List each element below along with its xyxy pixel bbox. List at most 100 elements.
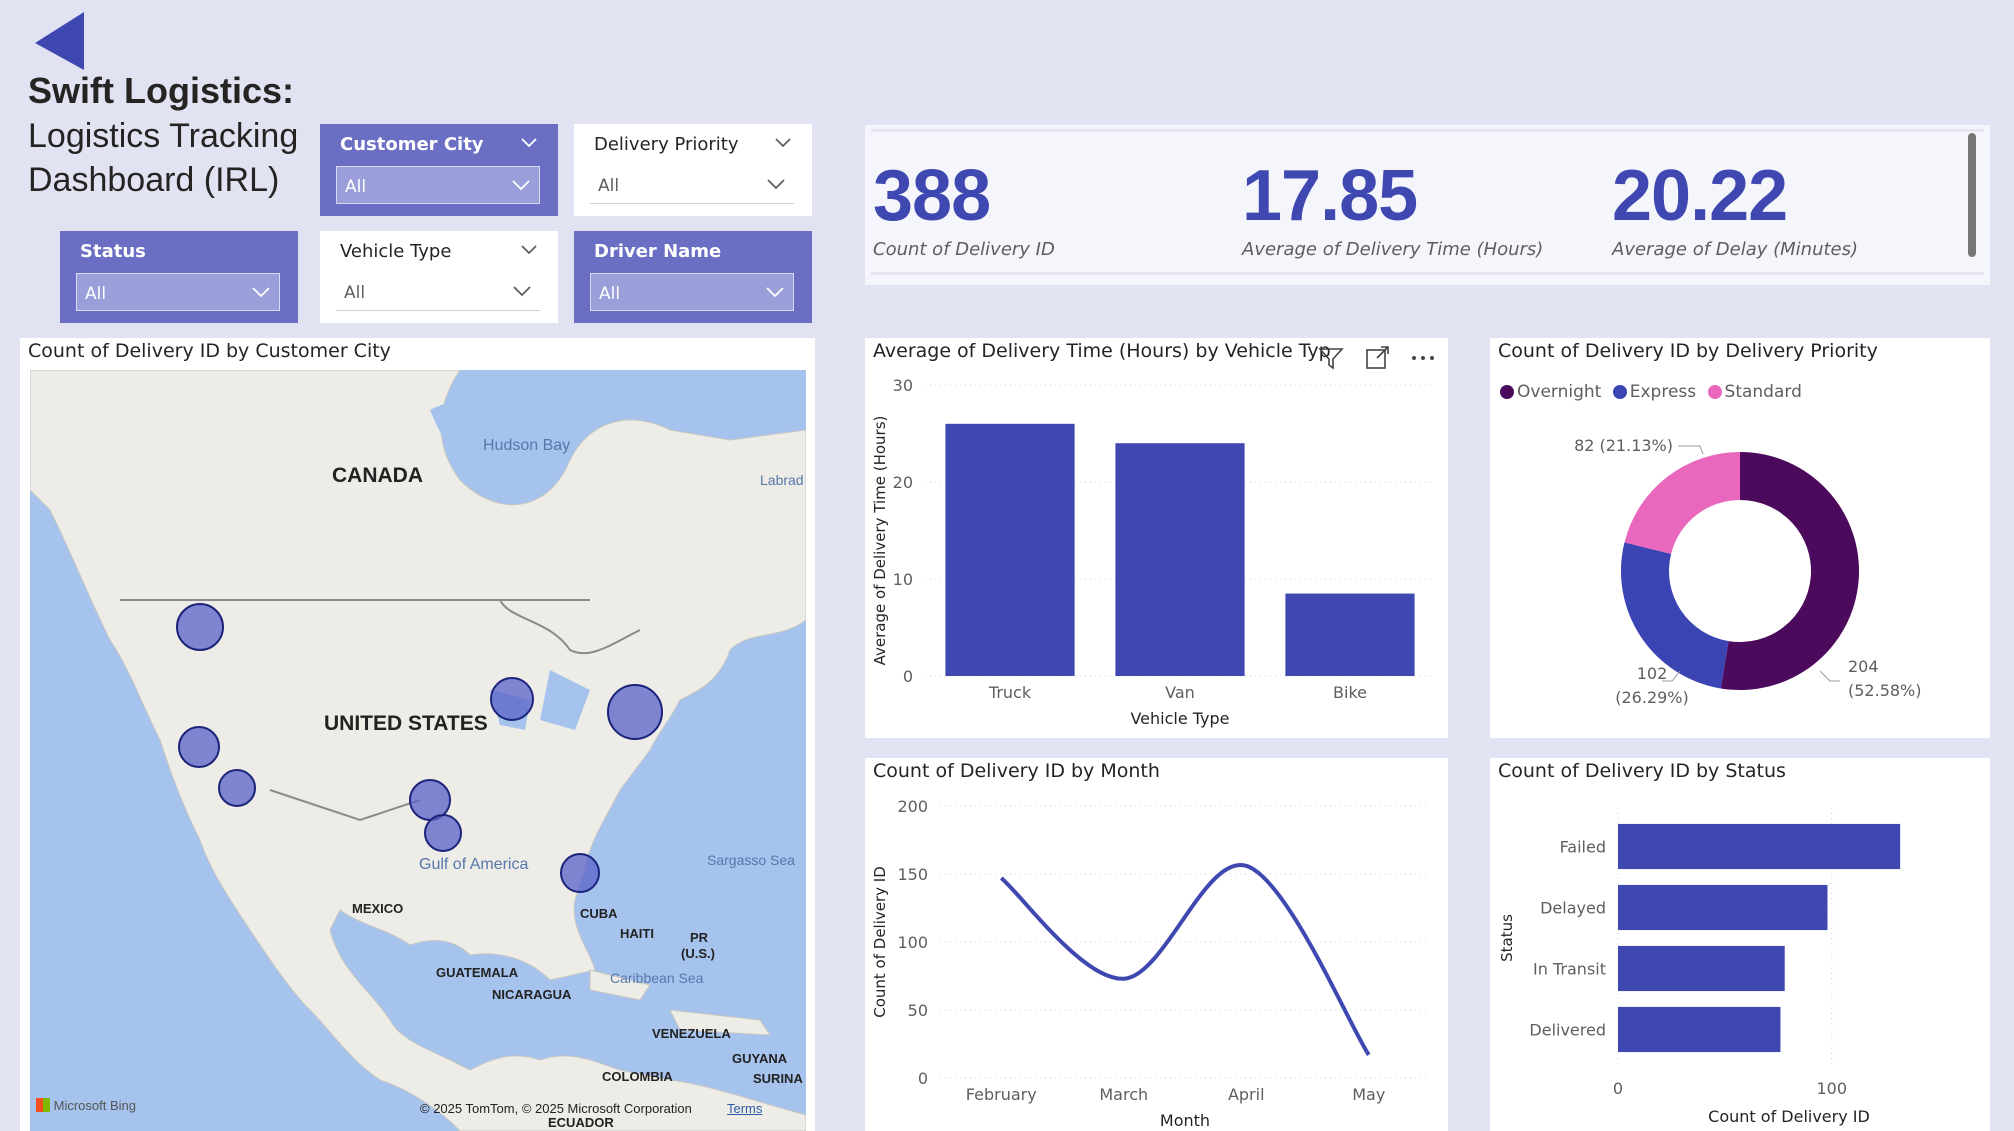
- x-axis-title: Count of Delivery ID: [1708, 1107, 1870, 1126]
- vehicle-type-slicer: Vehicle Type All: [320, 231, 558, 323]
- x-tick-label: Bike: [1333, 683, 1367, 702]
- map-bubble[interactable]: [607, 684, 663, 740]
- y-tick-label: 150: [897, 865, 928, 884]
- driver-name-dropdown[interactable]: All: [590, 273, 794, 311]
- chevron-down-icon: [767, 179, 785, 190]
- y-tick-label: 200: [897, 797, 928, 816]
- driver-name-slicer: Driver Name All: [574, 231, 812, 323]
- y-tick-label: 50: [908, 1001, 928, 1020]
- donut-slice-standard: [1624, 452, 1740, 554]
- slicer-value: All: [345, 177, 367, 197]
- status-bar-plot: 0 100 Failed Delayed In Transit Delivered Coun…: [1498, 808, 1901, 1126]
- scrollbar[interactable]: [1968, 133, 1976, 257]
- map-bubble[interactable]: [409, 779, 451, 821]
- y-tick-label: 20: [893, 473, 913, 492]
- kpi-label: Average of Delay (Minutes): [1612, 239, 1859, 260]
- month-chart: Count of Delivery ID by Month 0 50 100 150 2…: [865, 758, 1448, 1131]
- slicer-label: Driver Name: [594, 241, 722, 262]
- x-tick-label: Van: [1165, 683, 1195, 702]
- data-label: (26.29%): [1615, 688, 1689, 707]
- divider: [871, 129, 1984, 132]
- x-tick-label: April: [1228, 1085, 1265, 1104]
- delivery-priority-dropdown[interactable]: All: [590, 166, 794, 204]
- slicer-value: All: [599, 284, 621, 304]
- delivery-priority-chart: Count of Delivery ID by Delivery Priorit…: [1490, 338, 1990, 738]
- x-tick-label: February: [966, 1085, 1037, 1104]
- customer-city-slicer: Customer City All: [320, 124, 558, 216]
- y-axis-title: Average of Delivery Time (Hours): [871, 416, 889, 666]
- divider: [871, 272, 1984, 275]
- donut-plot: 82 (21.13%) 102 (26.29%) 204 (52.58%): [1574, 436, 1922, 707]
- status-chart: Count of Delivery ID by Status 0 100 Faile…: [1490, 758, 1990, 1131]
- y-axis-title: Count of Delivery ID: [871, 866, 889, 1018]
- bar-delayed: [1618, 884, 1828, 931]
- map-bubble[interactable]: [176, 603, 224, 651]
- dashboard-subtitle: Logistics Tracking Dashboard (IRL): [28, 117, 299, 199]
- x-axis-title: Month: [1160, 1111, 1210, 1130]
- map-bubble[interactable]: [424, 814, 462, 852]
- bing-logo: Microsoft Bing: [36, 1098, 136, 1113]
- y-axis-title: Status: [1498, 914, 1516, 962]
- vehicle-type-dropdown[interactable]: All: [336, 273, 540, 311]
- dashboard-title: Swift Logistics:: [28, 70, 295, 111]
- series-line: [999, 863, 1371, 1056]
- map-terms-link[interactable]: Terms: [727, 1101, 762, 1116]
- x-tick-label: 0: [1613, 1079, 1623, 1098]
- y-tick-label: 30: [893, 376, 913, 395]
- chevron-down-icon[interactable]: [520, 241, 538, 259]
- map-canvas[interactable]: CANADA UNITED STATES MEXICO CUBA HAITI P…: [30, 370, 806, 1131]
- kpi-card: 388 Count of Delivery ID 17.85 Average o…: [865, 125, 1990, 285]
- data-label: (52.58%): [1848, 681, 1922, 700]
- bar-van: [1115, 443, 1245, 676]
- map-bubbles: [176, 603, 663, 893]
- x-tick-label: Truck: [988, 683, 1032, 702]
- kpi-delivery-count: 388 Count of Delivery ID: [873, 155, 1055, 260]
- customer-city-dropdown[interactable]: All: [336, 166, 540, 204]
- map-bubble[interactable]: [178, 726, 220, 768]
- chevron-down-icon: [512, 180, 530, 191]
- map-bubble[interactable]: [490, 677, 534, 721]
- map-bubble[interactable]: [218, 769, 256, 807]
- chevron-down-icon[interactable]: [520, 134, 538, 152]
- y-tick-label: 0: [903, 667, 913, 686]
- slicer-label: Status: [80, 241, 146, 262]
- back-arrow-icon[interactable]: [32, 12, 88, 72]
- y-tick-label: 100: [897, 933, 928, 952]
- kpi-avg-delay: 20.22 Average of Delay (Minutes): [1612, 155, 1858, 260]
- slicer-label: Vehicle Type: [340, 241, 452, 262]
- slicer-value: All: [598, 176, 620, 196]
- y-tick-label: In Transit: [1533, 960, 1606, 979]
- month-line-plot: 0 50 100 150 200 February March April May Month Co…: [871, 797, 1430, 1130]
- bar-bike: [1285, 593, 1415, 676]
- kpi-label: Average of Delivery Time (Hours): [1242, 239, 1544, 260]
- slicer-label: Customer City: [340, 134, 484, 155]
- data-label: 204: [1848, 657, 1879, 676]
- slicer-value: All: [85, 284, 107, 304]
- data-label: 102: [1637, 664, 1668, 683]
- chevron-down-icon: [766, 287, 784, 298]
- chevron-down-icon[interactable]: [774, 134, 792, 152]
- visual-title: Count of Delivery ID by Customer City: [28, 340, 391, 362]
- leader-line: [1819, 670, 1840, 682]
- map-bubble[interactable]: [560, 853, 600, 893]
- bar-truck: [945, 423, 1075, 676]
- x-tick-label: May: [1352, 1085, 1385, 1104]
- vehicle-type-chart: Average of Delivery Time (Hours) by Vehi…: [865, 338, 1448, 738]
- data-label: 82 (21.13%): [1574, 436, 1673, 455]
- map-visual: Count of Delivery ID by Customer City CA…: [20, 338, 815, 1131]
- kpi-value: 17.85: [1242, 156, 1418, 236]
- status-dropdown[interactable]: All: [76, 273, 280, 311]
- chevron-down-icon: [513, 286, 531, 297]
- map-attribution: © 2025 TomTom, © 2025 Microsoft Corporat…: [420, 1101, 692, 1116]
- delivery-priority-slicer: Delivery Priority All: [574, 124, 812, 216]
- vehicle-bar-plot: 0 10 20 30 Truck Van Bike Vehicle Type Average o…: [871, 376, 1435, 728]
- slicer-value: All: [344, 283, 366, 303]
- donut-slice-overnight: [1720, 452, 1860, 690]
- kpi-label: Count of Delivery ID: [873, 239, 1055, 260]
- bar-delivered: [1618, 1006, 1781, 1053]
- y-tick-label: 10: [893, 570, 913, 589]
- slicer-label: Delivery Priority: [594, 134, 739, 155]
- bar-in-transit: [1618, 945, 1785, 992]
- y-tick-label: 0: [918, 1069, 928, 1088]
- y-tick-label: Delivered: [1529, 1021, 1606, 1040]
